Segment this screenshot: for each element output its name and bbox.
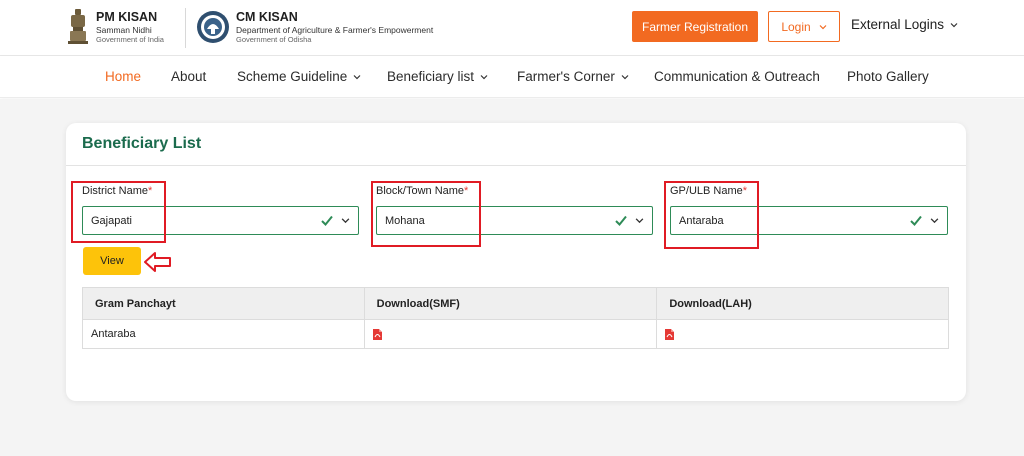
nav-item-scheme-guideline[interactable]: Scheme Guideline: [237, 69, 361, 84]
login-button[interactable]: Login: [768, 11, 840, 42]
nav-item-label: Home: [105, 69, 142, 84]
national-emblem-icon: [68, 9, 88, 44]
nav-item-label: Scheme Guideline: [237, 69, 348, 84]
brand-divider: [185, 8, 186, 48]
download-lah-cell: [656, 319, 949, 349]
external-logins-dropdown[interactable]: External Logins: [851, 17, 958, 32]
chevron-down-icon: [621, 74, 629, 79]
nav-item-about[interactable]: About: [171, 69, 206, 84]
column-header-download-smf: Download(SMF): [363, 287, 658, 320]
cm-kisan-department: Department of Agriculture & Farmer's Emp…: [236, 24, 434, 35]
table-header-row: Gram Panchayt Download(SMF) Download(LAH…: [82, 287, 949, 320]
pdf-icon[interactable]: [665, 328, 675, 340]
pm-kisan-title: PM KISAN: [96, 9, 158, 24]
chevron-down-icon: [341, 218, 350, 224]
check-icon: [321, 215, 333, 226]
arrow-left-icon: [144, 252, 171, 272]
table-row: Antaraba: [82, 319, 949, 349]
check-icon: [615, 215, 627, 226]
nav-item-label: Communication & Outreach: [654, 69, 820, 84]
odisha-seal-icon: [197, 11, 229, 43]
gram-panchayat-cell: Antaraba: [82, 319, 365, 349]
view-button[interactable]: View: [83, 247, 141, 275]
external-logins-label: External Logins: [851, 17, 945, 32]
farmer-registration-button[interactable]: Farmer Registration: [632, 11, 758, 42]
chevron-down-icon: [353, 74, 361, 79]
pdf-icon[interactable]: [372, 328, 382, 340]
nav-item-label: Photo Gallery: [847, 69, 929, 84]
beneficiary-list-card: Beneficiary List District Name* Gajapati…: [66, 123, 966, 401]
pm-kisan-brand[interactable]: PM KISAN Samman Nidhi Government of Indi…: [66, 6, 164, 48]
pm-kisan-subtitle: Samman Nidhi: [96, 24, 152, 35]
column-header-gram-panchayat: Gram Panchayt: [82, 287, 365, 320]
district-highlight-box: [71, 181, 166, 243]
card-divider: [66, 165, 966, 166]
chevron-down-icon: [819, 24, 827, 29]
chevron-down-icon: [635, 218, 644, 224]
block-highlight-box: [371, 181, 481, 247]
gp-ulb-highlight-box: [664, 181, 759, 249]
nav-item-label: Farmer's Corner: [517, 69, 615, 84]
nav-item-farmers-corner[interactable]: Farmer's Corner: [517, 69, 629, 84]
beneficiary-table: Gram Panchayt Download(SMF) Download(LAH…: [82, 287, 949, 349]
nav-item-label: About: [171, 69, 207, 84]
nav-item-communication-outreach[interactable]: Communication & Outreach: [654, 69, 820, 84]
nav-item-beneficiary-list[interactable]: Beneficiary list: [387, 69, 488, 84]
cm-kisan-title: CM KISAN: [236, 9, 298, 24]
nav-item-photo-gallery[interactable]: Photo Gallery: [847, 69, 929, 84]
login-label: Login: [781, 19, 811, 34]
nav-item-label: Beneficiary list: [387, 69, 475, 84]
pm-kisan-govt: Government of India: [96, 34, 164, 44]
main-nav: Home About Scheme Guideline Beneficiary …: [0, 56, 1024, 98]
chevron-down-icon: [480, 74, 488, 79]
cm-kisan-govt: Government of Odisha: [236, 34, 312, 44]
chevron-down-icon: [930, 218, 939, 224]
column-header-download-lah: Download(LAH): [656, 287, 949, 320]
download-smf-cell: [363, 319, 658, 349]
site-header: PM KISAN Samman Nidhi Government of Indi…: [0, 0, 1024, 56]
chevron-down-icon: [950, 22, 958, 27]
nav-item-home[interactable]: Home: [105, 69, 141, 84]
card-title: Beneficiary List: [82, 135, 202, 152]
cm-kisan-brand[interactable]: CM KISAN Department of Agriculture & Far…: [196, 6, 433, 48]
check-icon: [910, 215, 922, 226]
